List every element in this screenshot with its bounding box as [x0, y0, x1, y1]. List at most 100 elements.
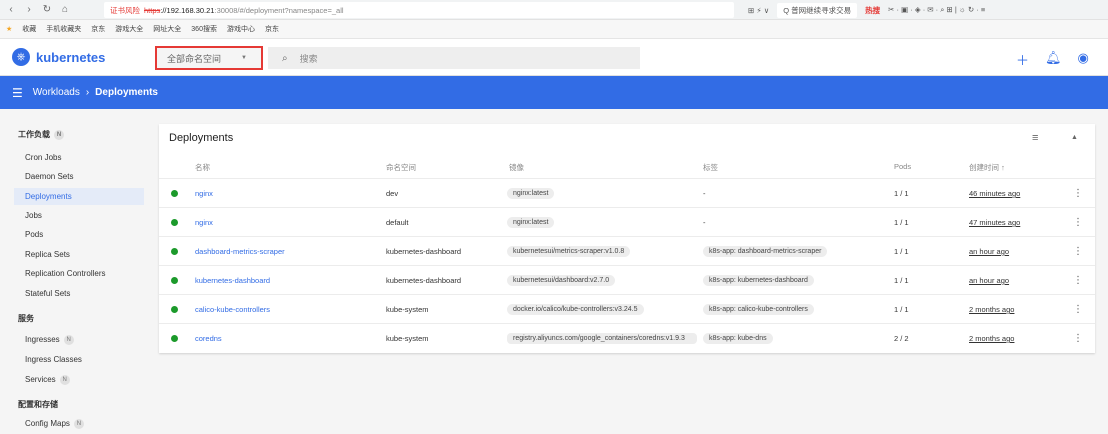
namespaced-badge: N	[63, 334, 74, 345]
column-header-labels[interactable]: 标签	[703, 162, 718, 173]
column-header-namespace[interactable]: 命名空间	[386, 162, 416, 173]
sidebar-item-daemon-sets[interactable]: Daemon Sets	[14, 168, 144, 185]
account-icon[interactable]: ◉	[1078, 50, 1089, 69]
deployment-name-link[interactable]: coredns	[195, 334, 222, 343]
bookmark-item[interactable]: 网址大全	[153, 24, 181, 34]
bookmark-item[interactable]: 京东	[91, 24, 105, 34]
breadcrumb-workloads[interactable]: Workloads	[33, 87, 80, 98]
back-button[interactable]: ‹	[4, 4, 18, 15]
column-header-pods[interactable]: Pods	[894, 162, 911, 171]
deployment-name-link[interactable]: dashboard-metrics-scraper	[195, 247, 285, 256]
security-warning[interactable]: 证书风险	[110, 5, 140, 16]
created-time[interactable]: 2 months ago	[969, 334, 1014, 343]
more-vert-icon[interactable]: ⋮	[1073, 333, 1083, 344]
browser-extension-icons[interactable]: ✂ · ▣ · ◈ · ✉ · ⌕ ⊞ | ☼ ↻ · ≡	[888, 5, 985, 15]
kubernetes-logo-icon[interactable]: ⎈	[12, 48, 30, 66]
column-header-created[interactable]: 创建时间 ↑	[969, 162, 1005, 173]
chevron-up-icon[interactable]: ▲	[1071, 134, 1078, 141]
forward-button[interactable]: ›	[22, 4, 36, 15]
bookmarks-bar: ★ 收藏 手机收藏夹 京东 游戏大全 网址大全 360搜索 游戏中心 京东	[0, 20, 1108, 39]
bookmark-item[interactable]: 360搜索	[191, 24, 217, 34]
url-host: ://192.168.30.21	[160, 5, 215, 15]
created-time[interactable]: an hour ago	[969, 247, 1009, 256]
pods-cell: 1 / 1	[894, 247, 909, 256]
column-header-image[interactable]: 镜像	[509, 162, 524, 173]
bookmark-item[interactable]: 京东	[265, 24, 279, 34]
table-row: calico-kube-controllers kube-system dock…	[159, 294, 1095, 323]
bookmark-item[interactable]: 游戏大全	[115, 24, 143, 34]
deployment-name-link[interactable]: calico-kube-controllers	[195, 305, 270, 314]
deployment-name-link[interactable]: nginx	[195, 218, 213, 227]
add-icon[interactable]: ＋	[1016, 50, 1029, 69]
image-chip: nginx:latest	[507, 187, 555, 200]
created-time[interactable]: 46 minutes ago	[969, 189, 1020, 198]
page-title: Deployments	[95, 87, 158, 98]
namespaced-badge: N	[73, 418, 84, 429]
pods-cell: 1 / 1	[894, 189, 909, 198]
status-running-icon	[171, 306, 178, 313]
namespace-cell: kubernetes-dashboard	[386, 247, 462, 256]
sidebar-item-label: Services	[25, 375, 56, 384]
pods-cell: 2 / 2	[894, 334, 909, 343]
browser-search-input[interactable]: Q 普网继续寻求交易	[777, 2, 858, 18]
sidebar-section-services[interactable]: 服务	[18, 313, 34, 324]
more-vert-icon[interactable]: ⋮	[1073, 275, 1083, 286]
star-icon: ★	[6, 26, 13, 33]
sidebar-item-replication-controllers[interactable]: Replication Controllers	[14, 265, 144, 282]
filter-icon[interactable]: ≡	[1032, 132, 1038, 144]
more-vert-icon[interactable]: ⋮	[1073, 217, 1083, 228]
namespace-selector[interactable]: 全部命名空间 ▼	[155, 46, 263, 70]
breadcrumb-separator: ›	[85, 87, 90, 98]
pods-cell: 1 / 1	[894, 276, 909, 285]
pods-cell: 1 / 1	[894, 218, 909, 227]
deployment-name-link[interactable]: nginx	[195, 189, 213, 198]
label-chip: k8s-app: kubernetes-dashboard	[703, 274, 814, 287]
address-bar[interactable]: 证书风险 https ://192.168.30.21 :30008/#/dep…	[104, 2, 734, 18]
reload-button[interactable]: ↻	[40, 4, 54, 15]
column-header-name[interactable]: 名称	[195, 162, 210, 173]
sidebar-item-ingress-classes[interactable]: Ingress Classes	[14, 351, 144, 368]
notification-bell-icon[interactable]: 🔔︎	[1045, 50, 1062, 69]
sidebar-item-jobs[interactable]: Jobs	[14, 207, 144, 224]
sidebar-item-pods[interactable]: Pods	[14, 226, 144, 243]
address-bar-icons[interactable]: ⊞ ⚡ ∨	[748, 6, 769, 15]
card-title: Deployments	[169, 132, 234, 144]
bookmark-item[interactable]: 手机收藏夹	[46, 24, 81, 34]
label-chip: k8s-app: dashboard-metrics-scraper	[703, 245, 828, 258]
sidebar-item-ingresses[interactable]: Ingresses N	[14, 331, 144, 348]
status-running-icon	[171, 190, 178, 197]
status-running-icon	[171, 219, 178, 226]
status-running-icon	[171, 335, 178, 342]
sidebar-item-label: Config Maps	[25, 419, 70, 428]
created-time[interactable]: 2 months ago	[969, 305, 1014, 314]
sidebar-item-config-maps[interactable]: Config Maps N	[14, 415, 144, 432]
sidebar-item-replica-sets[interactable]: Replica Sets	[14, 246, 144, 263]
sidebar: 工作负载 N Cron Jobs Daemon Sets Deployments …	[0, 109, 152, 434]
sidebar-item-stateful-sets[interactable]: Stateful Sets	[14, 285, 144, 302]
menu-icon[interactable]: ☰	[12, 86, 23, 100]
table-row: nginx dev nginx:latest - 1 / 1 46 minute…	[159, 178, 1095, 207]
brand-name[interactable]: kubernetes	[36, 50, 105, 65]
bookmark-item[interactable]: 收藏	[22, 24, 36, 34]
sidebar-item-cron-jobs[interactable]: Cron Jobs	[14, 149, 144, 166]
namespace-selected-value: 全部命名空间	[167, 53, 222, 64]
more-vert-icon[interactable]: ⋮	[1073, 246, 1083, 257]
image-chip: kubernetesui/metrics-scraper:v1.0.8	[507, 245, 631, 258]
more-vert-icon[interactable]: ⋮	[1073, 188, 1083, 199]
deployment-name-link[interactable]: kubernetes-dashboard	[195, 276, 270, 285]
sidebar-section-config-storage[interactable]: 配置和存储	[18, 399, 58, 410]
sidebar-item-deployments[interactable]: Deployments	[14, 188, 144, 205]
sidebar-item-services[interactable]: Services N	[14, 371, 144, 388]
table-row: kubernetes-dashboard kubernetes-dashboar…	[159, 265, 1095, 294]
created-time[interactable]: an hour ago	[969, 276, 1009, 285]
labels-cell: -	[703, 189, 706, 198]
bookmark-item[interactable]: 游戏中心	[227, 24, 255, 34]
more-vert-icon[interactable]: ⋮	[1073, 304, 1083, 315]
status-running-icon	[171, 248, 178, 255]
browser-toolbar: ‹ › ↻ ⌂ 证书风险 https ://192.168.30.21 :300…	[0, 0, 1108, 20]
created-time[interactable]: 47 minutes ago	[969, 218, 1020, 227]
home-button[interactable]: ⌂	[58, 4, 72, 15]
search-input[interactable]: ⌕ 搜索	[268, 47, 640, 69]
hot-search-link[interactable]: 热搜	[865, 5, 880, 16]
sidebar-section-workloads[interactable]: 工作负载 N	[18, 129, 64, 140]
